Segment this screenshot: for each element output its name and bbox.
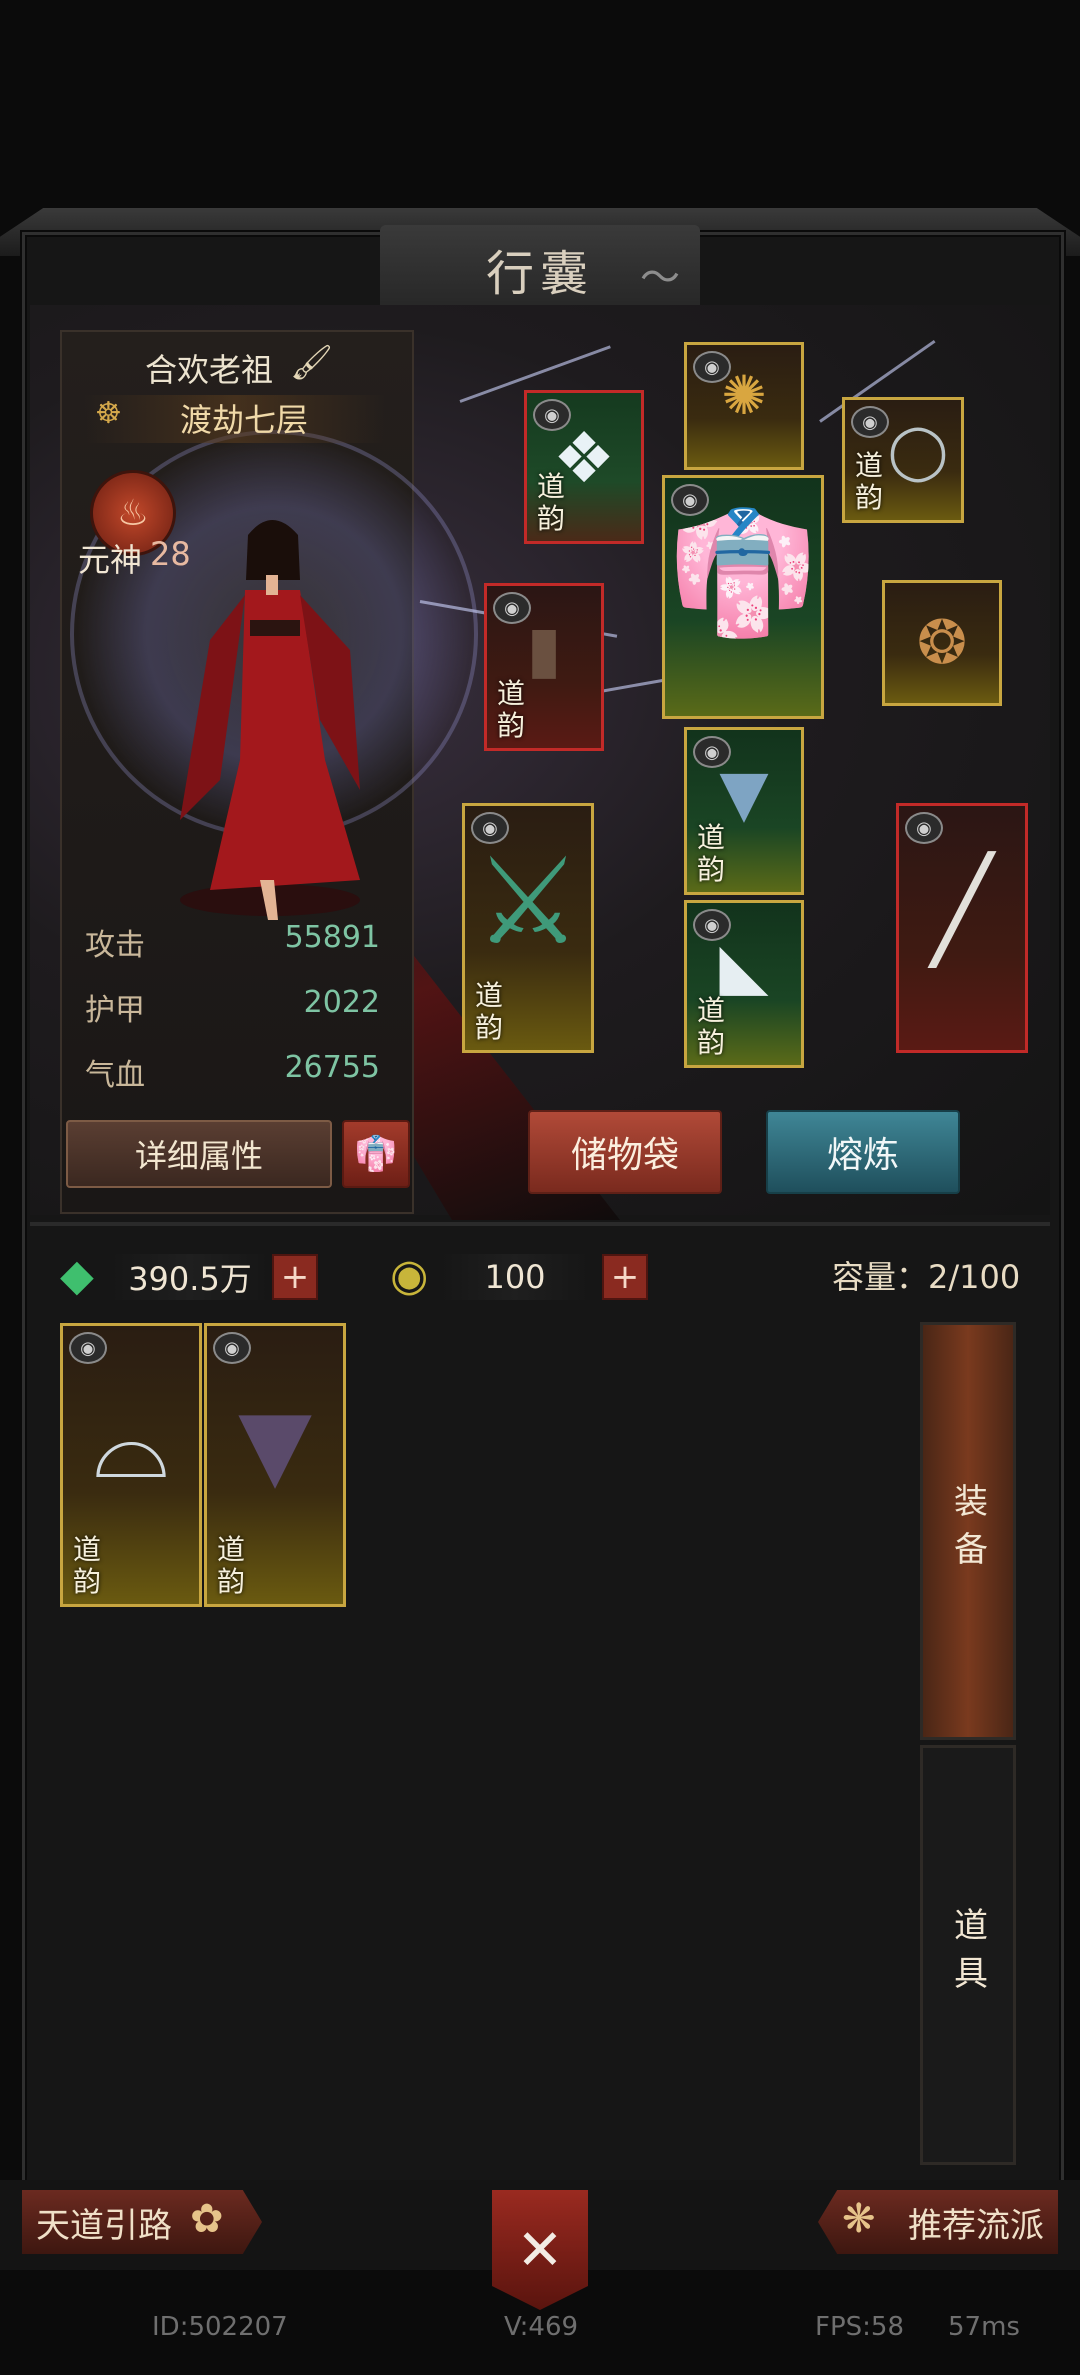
equip-slot-boots[interactable]: ◉ ◣ 道韵: [684, 900, 804, 1068]
dao-yun-tag: 道韵: [697, 994, 726, 1059]
title-ornament-right: 〜: [640, 255, 680, 301]
version-label: V:469: [504, 2312, 579, 2342]
equip-slot-bracelet[interactable]: ◉ ◯ 道韵: [842, 397, 964, 523]
spirit-stone-icon: ◆: [60, 1250, 94, 1301]
robe-icon: 👘: [668, 503, 818, 643]
boots-icon: ◣: [719, 930, 769, 1005]
equip-slot-hairpin[interactable]: ◉ ✺: [684, 342, 804, 470]
soul-label: 元神: [78, 541, 143, 579]
sword-icon: ⚔: [474, 832, 582, 972]
add-jade-button[interactable]: +: [602, 1254, 648, 1300]
fps-label: FPS:58: [815, 2312, 904, 2342]
dao-yun-tag: 道韵: [497, 677, 526, 742]
stat-armor-value: 2022: [303, 985, 380, 1020]
pants-icon: ▼: [719, 757, 769, 832]
equip-slot-pants[interactable]: ◉ ▼ 道韵: [684, 727, 804, 895]
buddha-icon: ☸: [95, 396, 122, 431]
section-divider: [30, 1222, 1050, 1226]
ring-icon: ❂: [916, 608, 968, 678]
fan-icon: ⌓: [93, 1387, 169, 1500]
brush-icon[interactable]: 🖌: [290, 343, 333, 383]
lock-icon: ◉: [905, 812, 943, 844]
character-model[interactable]: [150, 460, 400, 920]
equip-slot-robe[interactable]: ◉ 👘: [662, 475, 824, 719]
cultivation-realm: 渡劫七层: [180, 401, 309, 439]
character-name: 合欢老祖: [145, 351, 274, 389]
latency-label: 57ms: [948, 2312, 1020, 2342]
equip-slot-weapon[interactable]: ◉ ⚔ 道韵: [462, 803, 594, 1053]
tab-items[interactable]: 道具: [920, 1745, 1016, 2165]
dao-yun-tag: 道韵: [537, 470, 566, 535]
bracelet-icon: ◯: [887, 419, 949, 482]
hairpin-icon: ✺: [721, 364, 767, 428]
bag-item-fan[interactable]: ◉ ⌓ 道韵: [60, 1323, 202, 1607]
equip-slot-pendant[interactable]: ◉ ❖ 道韵: [524, 390, 644, 544]
detail-attributes-button[interactable]: 详细属性: [66, 1120, 332, 1188]
jade-amount: 100: [440, 1254, 590, 1300]
stat-hp-label: 气血: [85, 1058, 145, 1093]
bag-capacity: 容量：2/100: [832, 1258, 1021, 1296]
equip-slot-flute[interactable]: ◉ ╱: [896, 803, 1028, 1053]
dao-yun-tag: 道韵: [73, 1533, 102, 1598]
guide-icon: ✿: [190, 2196, 224, 2242]
dao-yun-tag: 道韵: [855, 449, 884, 514]
tab-equipment[interactable]: 装备: [920, 1322, 1016, 1740]
flute-icon: ╱: [931, 850, 993, 968]
bag-item-pants[interactable]: ◉ ▼ 道韵: [204, 1323, 346, 1607]
crossed-swords-icon[interactable]: ✕: [492, 2190, 588, 2310]
stat-hp-value: 26755: [284, 1050, 380, 1085]
stat-armor-label: 护甲: [85, 993, 145, 1028]
add-spirit-stone-button[interactable]: +: [272, 1254, 318, 1300]
pants-icon: ▼: [238, 1387, 312, 1500]
spirit-stone-amount: 390.5万: [110, 1254, 270, 1300]
stat-attack-value: 55891: [284, 920, 380, 955]
lock-icon: ◉: [69, 1332, 107, 1364]
soul-level: 28: [150, 535, 191, 573]
recommend-icon: ❋: [842, 2196, 876, 2242]
gauntlet-icon: ▮: [526, 613, 562, 688]
outfit-icon[interactable]: 👘: [342, 1120, 410, 1188]
player-id: ID:502207: [152, 2312, 288, 2342]
stat-attack-label: 攻击: [85, 928, 145, 963]
equip-slot-ring[interactable]: ❂: [882, 580, 1002, 706]
equip-slot-gauntlet[interactable]: ◉ ▮ 道韵: [484, 583, 604, 751]
dao-yun-tag: 道韵: [217, 1533, 246, 1598]
dao-yun-tag: 道韵: [475, 979, 504, 1044]
smelt-button[interactable]: 熔炼: [766, 1110, 960, 1194]
lock-icon: ◉: [213, 1332, 251, 1364]
dao-yun-tag: 道韵: [697, 821, 726, 886]
storage-bag-button[interactable]: 储物袋: [528, 1110, 722, 1194]
jade-icon: ◉: [390, 1250, 429, 1301]
